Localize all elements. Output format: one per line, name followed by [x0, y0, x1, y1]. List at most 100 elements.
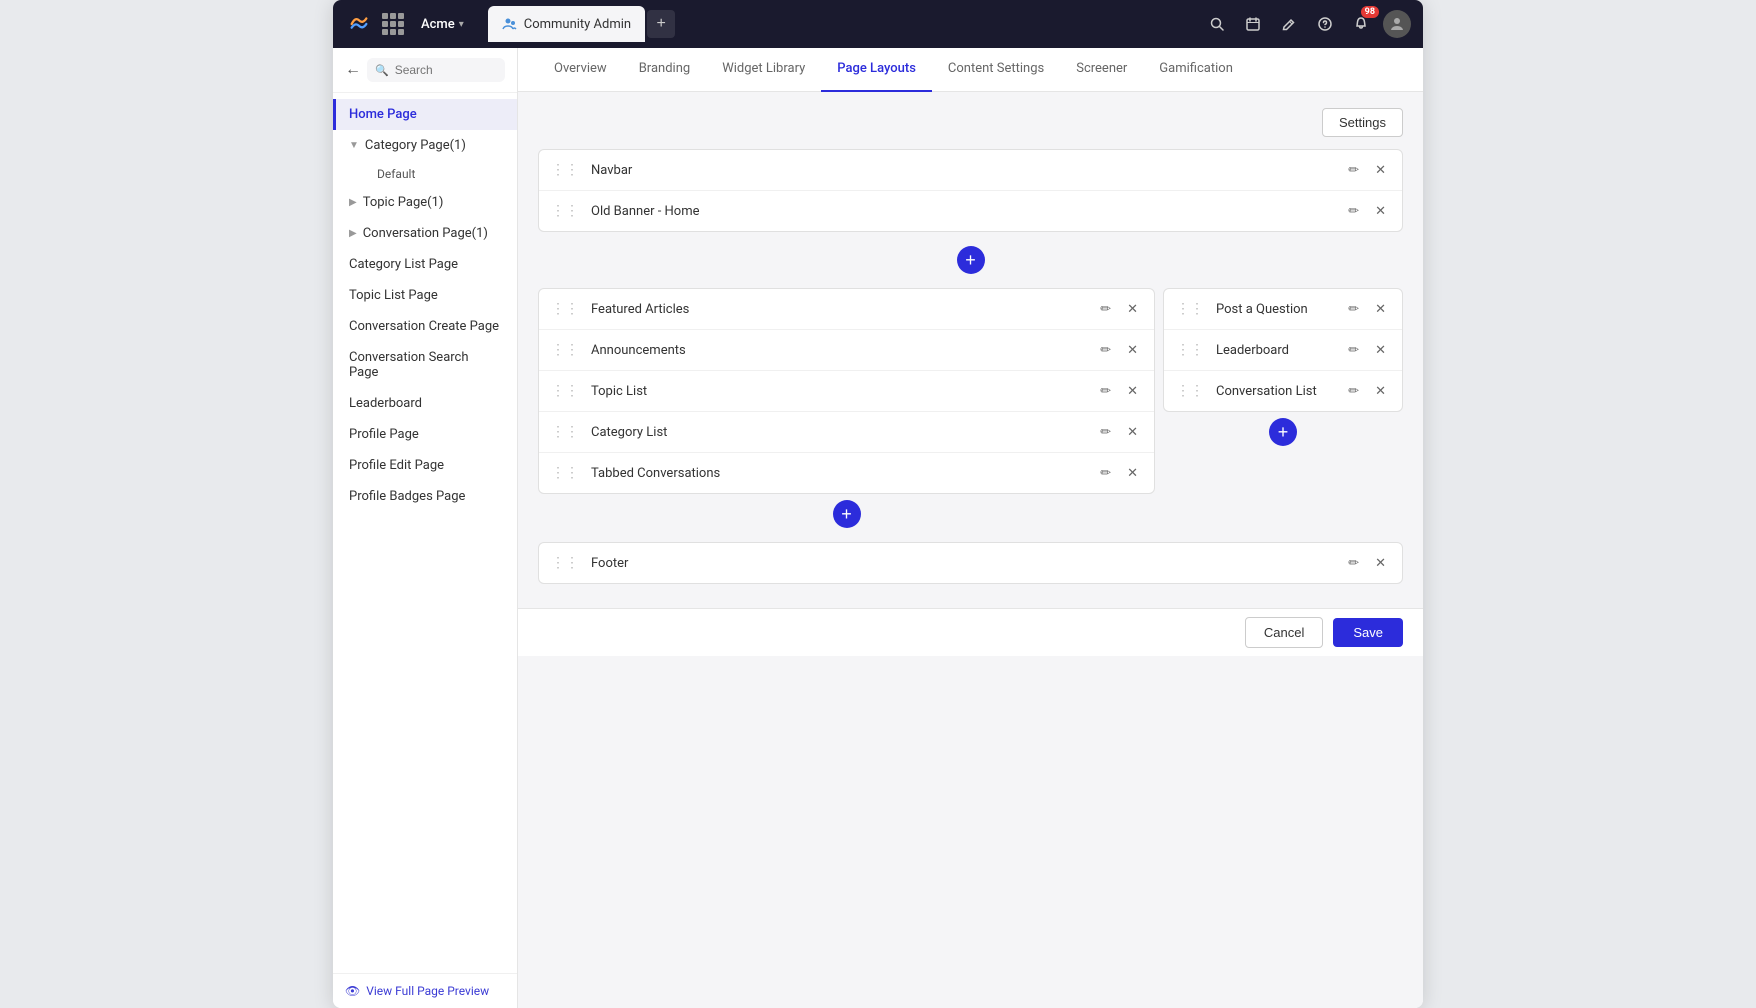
edit-old-banner-button[interactable]: ✏: [1344, 201, 1363, 221]
drag-handle-conversation-list[interactable]: ⋮⋮: [1176, 383, 1204, 399]
sidebar-item-category-page[interactable]: ▼ Category Page(1): [333, 130, 517, 161]
subnav-gamification[interactable]: Gamification: [1143, 48, 1249, 92]
remove-featured-articles-button[interactable]: ✕: [1123, 299, 1142, 319]
remove-topic-list-button[interactable]: ✕: [1123, 381, 1142, 401]
edit-conversation-list-button[interactable]: ✏: [1344, 381, 1363, 401]
widget-actions-announcements: ✏ ✕: [1096, 340, 1142, 360]
search-input[interactable]: [395, 63, 497, 77]
remove-tabbed-conversations-button[interactable]: ✕: [1123, 463, 1142, 483]
subnav-page-layouts[interactable]: Page Layouts: [821, 48, 932, 92]
sidebar-item-profile-edit-page[interactable]: Profile Edit Page: [333, 450, 517, 481]
widget-name-conversation-list: Conversation List: [1216, 384, 1336, 399]
sidebar-item-category-list-page[interactable]: Category List Page: [333, 249, 517, 280]
drag-handle-topic-list[interactable]: ⋮⋮: [551, 383, 579, 399]
sidebar-item-label: Topic Page(1): [363, 195, 444, 210]
drag-handle-footer[interactable]: ⋮⋮: [551, 555, 579, 571]
sidebar-item-conversation-page[interactable]: ▶ Conversation Page(1): [333, 218, 517, 249]
widget-name-leaderboard: Leaderboard: [1216, 343, 1336, 358]
remove-old-banner-button[interactable]: ✕: [1371, 201, 1390, 221]
edit-footer-button[interactable]: ✏: [1344, 553, 1363, 573]
add-left-widget-button[interactable]: +: [833, 500, 861, 528]
edit-category-list-button[interactable]: ✏: [1096, 422, 1115, 442]
search-button[interactable]: [1203, 10, 1231, 38]
sidebar-item-label: Profile Page: [349, 427, 419, 442]
widget-name-footer: Footer: [591, 556, 1336, 571]
subnav-content-settings[interactable]: Content Settings: [932, 48, 1060, 92]
widget-row-category-list: ⋮⋮ Category List ✏ ✕: [539, 412, 1154, 453]
top-bar: Acme ▾ Community Admin +: [333, 0, 1423, 48]
sidebar-item-conversation-create-page[interactable]: Conversation Create Page: [333, 311, 517, 342]
community-admin-tab[interactable]: Community Admin: [488, 6, 645, 42]
subnav-widget-library[interactable]: Widget Library: [706, 48, 821, 92]
page-content: Settings ⋮⋮ Navbar ✏ ✕: [518, 92, 1423, 608]
sidebar-item-label: Category Page(1): [365, 138, 466, 153]
widget-name-old-banner: Old Banner - Home: [591, 204, 1336, 219]
subnav-screener[interactable]: Screener: [1060, 48, 1143, 92]
view-full-page-preview-link[interactable]: 👁 View Full Page Preview: [333, 973, 517, 1008]
widget-name-category-list: Category List: [591, 425, 1088, 440]
left-col: ⋮⋮ Featured Articles ✏ ✕ ⋮⋮ Announ: [538, 288, 1155, 534]
edit-post-a-question-button[interactable]: ✏: [1344, 299, 1363, 319]
grid-icon[interactable]: [379, 10, 407, 38]
help-button[interactable]: [1311, 10, 1339, 38]
drag-handle-announcements[interactable]: ⋮⋮: [551, 342, 579, 358]
sidebar-item-default[interactable]: Default: [361, 161, 517, 187]
sub-nav: Overview Branding Widget Library Page La…: [518, 48, 1423, 92]
sidebar-item-conversation-search-page[interactable]: Conversation Search Page: [333, 342, 517, 388]
drag-handle-navbar[interactable]: ⋮⋮: [551, 162, 579, 178]
widget-row-navbar: ⋮⋮ Navbar ✏ ✕: [539, 150, 1402, 191]
add-tab-button[interactable]: +: [647, 10, 675, 38]
edit-navbar-button[interactable]: ✏: [1344, 160, 1363, 180]
add-right-widget-button[interactable]: +: [1269, 418, 1297, 446]
edit-button[interactable]: [1275, 10, 1303, 38]
sidebar-item-topic-page[interactable]: ▶ Topic Page(1): [333, 187, 517, 218]
edit-announcements-button[interactable]: ✏: [1096, 340, 1115, 360]
sidebar-item-profile-page[interactable]: Profile Page: [333, 419, 517, 450]
cancel-button[interactable]: Cancel: [1245, 617, 1323, 648]
app-selector[interactable]: Acme ▾: [413, 13, 472, 36]
edit-featured-articles-button[interactable]: ✏: [1096, 299, 1115, 319]
edit-leaderboard-button[interactable]: ✏: [1344, 340, 1363, 360]
sidebar-item-label: Home Page: [349, 107, 417, 122]
drag-handle-category-list[interactable]: ⋮⋮: [551, 424, 579, 440]
widget-actions-navbar: ✏ ✕: [1344, 160, 1390, 180]
edit-topic-list-button[interactable]: ✏: [1096, 381, 1115, 401]
drag-handle-old-banner[interactable]: ⋮⋮: [551, 203, 579, 219]
drag-handle-post-a-question[interactable]: ⋮⋮: [1176, 301, 1204, 317]
sidebar-item-label: Conversation Search Page: [349, 350, 501, 380]
remove-footer-button[interactable]: ✕: [1371, 553, 1390, 573]
sidebar-item-home-page[interactable]: Home Page: [333, 99, 517, 130]
drag-handle-tabbed-conversations[interactable]: ⋮⋮: [551, 465, 579, 481]
top-widgets-section: ⋮⋮ Navbar ✏ ✕ ⋮⋮ Old Banner - Home ✏: [538, 149, 1403, 232]
subnav-overview[interactable]: Overview: [538, 48, 623, 92]
back-button[interactable]: ←: [345, 61, 361, 79]
calendar-button[interactable]: [1239, 10, 1267, 38]
right-col: ⋮⋮ Post a Question ✏ ✕ ⋮⋮ Leaderbo: [1163, 288, 1403, 534]
notifications-wrapper[interactable]: 98: [1347, 10, 1375, 38]
sidebar-item-topic-list-page[interactable]: Topic List Page: [333, 280, 517, 311]
widget-name-navbar: Navbar: [591, 163, 1336, 178]
search-box[interactable]: 🔍: [367, 58, 505, 82]
remove-leaderboard-button[interactable]: ✕: [1371, 340, 1390, 360]
sidebar-item-profile-badges-page[interactable]: Profile Badges Page: [333, 481, 517, 512]
drag-handle-featured-articles[interactable]: ⋮⋮: [551, 301, 579, 317]
sidebar-item-leaderboard[interactable]: Leaderboard: [333, 388, 517, 419]
content-area: Overview Branding Widget Library Page La…: [518, 48, 1423, 1008]
widget-actions-topic-list: ✏ ✕: [1096, 381, 1142, 401]
widget-name-featured-articles: Featured Articles: [591, 302, 1088, 317]
widget-actions-old-banner: ✏ ✕: [1344, 201, 1390, 221]
main-layout: ← 🔍 Home Page ▼ Category Page(1) Default: [333, 48, 1423, 1008]
save-button[interactable]: Save: [1333, 618, 1403, 647]
remove-category-list-button[interactable]: ✕: [1123, 422, 1142, 442]
add-top-widget-button[interactable]: +: [957, 246, 985, 274]
widget-row-leaderboard: ⋮⋮ Leaderboard ✏ ✕: [1164, 330, 1402, 371]
remove-announcements-button[interactable]: ✕: [1123, 340, 1142, 360]
drag-handle-leaderboard[interactable]: ⋮⋮: [1176, 342, 1204, 358]
settings-button[interactable]: Settings: [1322, 108, 1403, 137]
remove-post-a-question-button[interactable]: ✕: [1371, 299, 1390, 319]
user-avatar[interactable]: [1383, 10, 1411, 38]
remove-conversation-list-button[interactable]: ✕: [1371, 381, 1390, 401]
edit-tabbed-conversations-button[interactable]: ✏: [1096, 463, 1115, 483]
subnav-branding[interactable]: Branding: [623, 48, 706, 92]
remove-navbar-button[interactable]: ✕: [1371, 160, 1390, 180]
